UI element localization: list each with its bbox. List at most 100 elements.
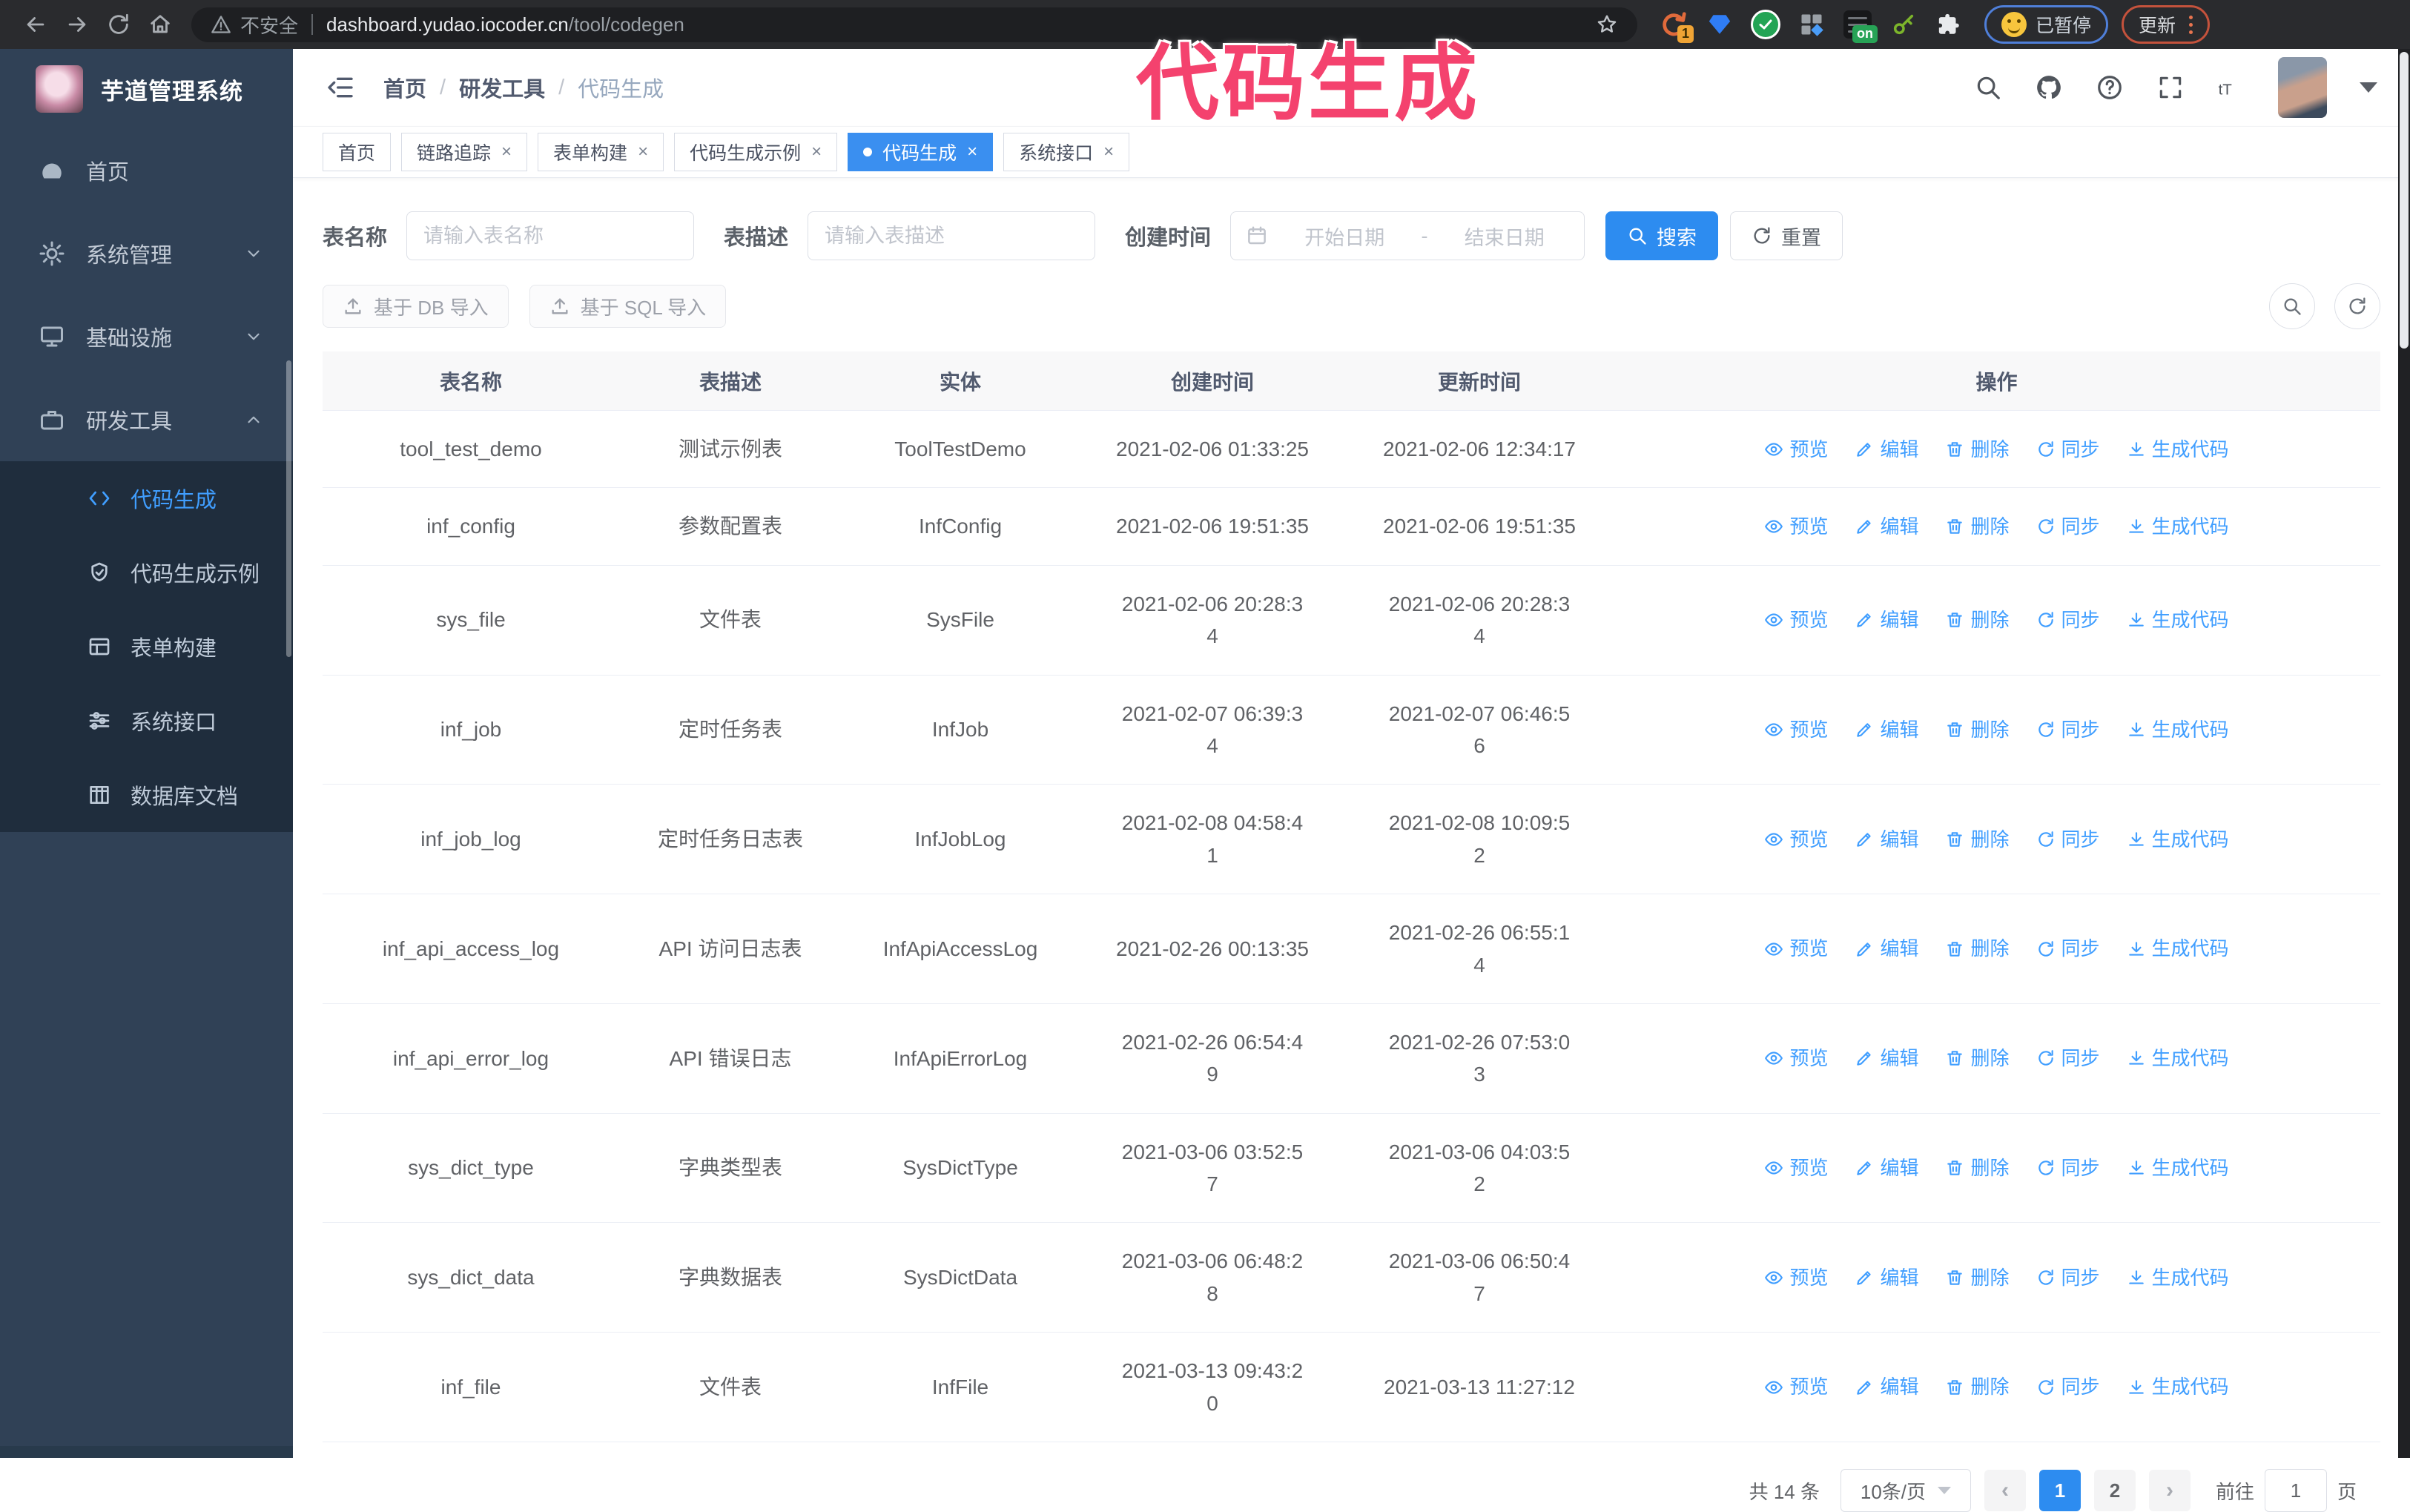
sidebar-item-infra[interactable]: 基础设施 [0,295,293,378]
browser-menu-icon[interactable] [2189,15,2193,34]
toggle-search-button[interactable] [2269,283,2315,329]
delete-link[interactable]: 删除 [1945,605,2010,635]
reset-button[interactable]: 重置 [1730,211,1843,260]
preview-link[interactable]: 预览 [1764,825,1828,854]
sync-link[interactable]: 同步 [2036,1043,2100,1073]
browser-update-button[interactable]: 更新 [2122,5,2211,44]
edit-link[interactable]: 编辑 [1855,1043,1918,1073]
preview-link[interactable]: 预览 [1764,1043,1828,1073]
sidebar-subitem-db-doc[interactable]: 数据库文档 [0,758,293,832]
breadcrumb-home[interactable]: 首页 [383,72,426,103]
import-db-button[interactable]: 基于 DB 导入 [323,285,509,328]
edit-link[interactable]: 编辑 [1855,1263,1918,1293]
import-sql-button[interactable]: 基于 SQL 导入 [529,285,727,328]
sidebar-subitem-form-builder[interactable]: 表单构建 [0,610,293,684]
scrollbar-thumb[interactable] [2400,52,2409,349]
sidebar-subitem-codegen[interactable]: 代码生成 [0,461,293,535]
collapse-menu-icon[interactable] [326,73,355,102]
refresh-table-button[interactable] [2334,283,2380,329]
sync-link[interactable]: 同步 [2036,1153,2100,1183]
delete-link[interactable]: 删除 [1945,1043,2010,1073]
delete-link[interactable]: 删除 [1945,435,2010,464]
tag-tracing[interactable]: 链路追踪 × [401,133,528,171]
generate-code-link[interactable]: 生成代码 [2127,435,2229,464]
fullscreen-icon[interactable] [2156,73,2185,102]
page-2-button[interactable]: 2 [2093,1470,2136,1512]
preview-link[interactable]: 预览 [1764,1153,1828,1183]
switch-extension-icon[interactable]: on [1842,9,1878,43]
breadcrumb-devtools[interactable]: 研发工具 [459,72,545,103]
browser-home-button[interactable] [139,4,181,45]
sidebar-subitem-codegen-example[interactable]: 代码生成示例 [0,535,293,610]
app-logo-row[interactable]: 芋道管理系统 [0,49,293,129]
help-icon[interactable] [2096,73,2124,102]
generate-code-link[interactable]: 生成代码 [2127,825,2229,854]
profile-paused-button[interactable]: 已暂停 [1984,5,2109,44]
font-size-icon[interactable]: tT [2217,73,2245,102]
edit-link[interactable]: 编辑 [1855,605,1918,635]
user-avatar[interactable] [2278,57,2327,118]
page-1-button[interactable]: 1 [2038,1470,2081,1512]
date-range-picker[interactable]: 开始日期 - 结束日期 [1230,211,1585,260]
close-icon[interactable]: × [967,142,977,162]
sync-link[interactable]: 同步 [2036,435,2100,464]
user-menu-caret-icon[interactable] [2360,82,2377,93]
preview-link[interactable]: 预览 [1764,934,1828,963]
sync-link[interactable]: 同步 [2036,715,2100,745]
generate-code-link[interactable]: 生成代码 [2127,715,2229,745]
preview-link[interactable]: 预览 [1764,605,1828,635]
tag-home[interactable]: 首页 [323,133,392,171]
browser-reload-button[interactable] [98,4,139,45]
refresh-extension-icon[interactable]: 1 [1658,9,1694,43]
preview-link[interactable]: 预览 [1764,715,1828,745]
sync-link[interactable]: 同步 [2036,825,2100,854]
github-icon[interactable] [2035,73,2063,102]
tag-codegen[interactable]: 代码生成 × [848,133,994,171]
sidebar-scrollbar[interactable] [286,360,291,657]
table-name-input[interactable] [406,211,695,260]
delete-link[interactable]: 删除 [1945,715,2010,745]
delete-link[interactable]: 删除 [1945,825,2010,854]
close-icon[interactable]: × [638,142,648,162]
delete-link[interactable]: 删除 [1945,1263,2010,1293]
sync-link[interactable]: 同步 [2036,934,2100,963]
preview-link[interactable]: 预览 [1764,512,1828,541]
table-desc-input[interactable] [808,211,1096,260]
check-extension-icon[interactable] [1750,9,1781,40]
tag-form-builder[interactable]: 表单构建 × [538,133,664,171]
generate-code-link[interactable]: 生成代码 [2127,605,2229,635]
sync-link[interactable]: 同步 [2036,605,2100,635]
generate-code-link[interactable]: 生成代码 [2127,512,2229,541]
generate-code-link[interactable]: 生成代码 [2127,1263,2229,1293]
delete-link[interactable]: 删除 [1945,1372,2010,1402]
search-button[interactable]: 搜索 [1605,211,1719,260]
sync-link[interactable]: 同步 [2036,1263,2100,1293]
delete-link[interactable]: 删除 [1945,934,2010,963]
edit-link[interactable]: 编辑 [1855,435,1918,464]
tag-codegen-example[interactable]: 代码生成示例 × [674,133,838,171]
preview-link[interactable]: 预览 [1764,1372,1828,1402]
gem-extension-icon[interactable] [1704,9,1735,40]
sync-link[interactable]: 同步 [2036,512,2100,541]
close-icon[interactable]: × [501,142,512,162]
sidebar-item-devtools[interactable]: 研发工具 [0,378,293,461]
next-page-button[interactable]: › [2148,1470,2191,1512]
edit-link[interactable]: 编辑 [1855,1153,1918,1183]
extensions-puzzle-icon[interactable] [1934,9,1965,40]
generate-code-link[interactable]: 生成代码 [2127,1043,2229,1073]
preview-link[interactable]: 预览 [1764,1263,1828,1293]
bookmark-star-icon[interactable] [1596,13,1618,36]
goto-page-input[interactable] [2264,1469,2327,1512]
edit-link[interactable]: 编辑 [1855,512,1918,541]
key-extension-icon[interactable] [1888,9,1919,40]
vertical-scrollbar[interactable] [2398,49,2410,1458]
grid-extension-icon[interactable] [1796,9,1827,40]
edit-link[interactable]: 编辑 [1855,715,1918,745]
page-size-select[interactable]: 10条/页 [1840,1469,1971,1512]
preview-link[interactable]: 预览 [1764,435,1828,464]
generate-code-link[interactable]: 生成代码 [2127,1153,2229,1183]
close-icon[interactable]: × [1103,142,1114,162]
end-date-placeholder[interactable]: 结束日期 [1440,222,1570,251]
edit-link[interactable]: 编辑 [1855,1372,1918,1402]
delete-link[interactable]: 删除 [1945,1153,2010,1183]
